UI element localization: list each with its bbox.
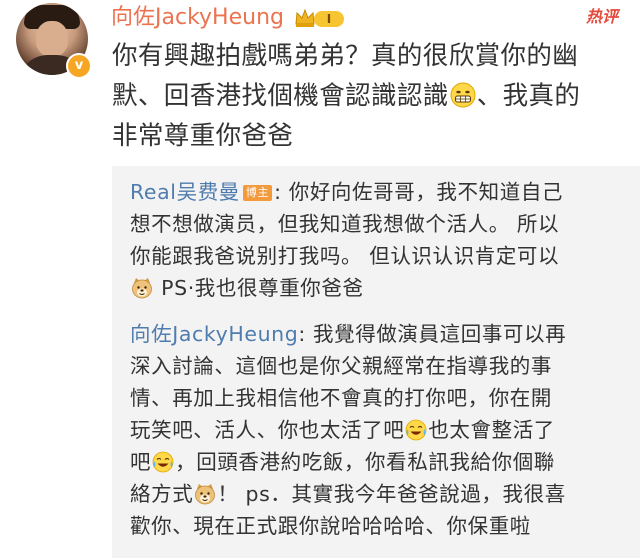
comment-body: 你有興趣拍戲嗎弟弟？真的很欣賞你的幽 默、回香港找個機會認識認識 、我真的 非常尊… — [112, 36, 624, 156]
reply-line: 想不想做演员，但我知道我想做个活人。 所以 — [130, 212, 560, 236]
vip-level-label: Ⅰ — [314, 11, 344, 27]
crown-icon — [295, 8, 315, 27]
reply-author-link[interactable]: Real吴费曼 — [130, 180, 240, 204]
blogger-badge: 博主 — [242, 185, 273, 201]
reply-text: ，回頭香港約吃飯，你看私訊我給你個聯 — [175, 450, 555, 474]
reply-text: 玩笑吧、活人、你也太活了吧 — [130, 418, 405, 442]
reply-text: 絡方式 — [130, 482, 194, 506]
avatar-face — [36, 21, 68, 57]
grin-emoji-icon — [450, 82, 476, 108]
replies-panel: Real吴费曼 博主: 你好向佐哥哥，我不知道自己 想不想做演员，但我知道我想做个… — [112, 166, 640, 558]
reply-item[interactable]: 向佐JackyHeung: 我覺得做演員這回事可以再 深入討論、這個也是你父親經… — [130, 318, 630, 542]
comment-username[interactable]: 向佐JackyHeung — [111, 4, 284, 32]
reply-line: 吧 ，回頭香港約吃飯，你看私訊我給你個聯 — [130, 446, 630, 478]
reply-text: : 我覺得做演員這回事可以再 — [298, 322, 567, 346]
reply-line: 絡方式 ！ ps．其實我今年爸爸說過，我很喜 — [130, 478, 630, 510]
reply-text: : 你好向佐哥哥，我不知道自己 — [274, 180, 564, 204]
smug-doge-emoji-icon — [194, 483, 216, 505]
hot-comment-label: 热评 — [585, 7, 618, 26]
laugh-cry-emoji-icon — [405, 419, 427, 441]
reply-line: 深入討論、這個也是你父親經常在指導我的事 — [130, 354, 552, 378]
comment-line: 你有興趣拍戲嗎弟弟？真的很欣賞你的幽 — [112, 41, 579, 71]
doge-emoji-icon — [131, 277, 153, 299]
reply-line: Real吴费曼 博主: 你好向佐哥哥，我不知道自己 — [130, 176, 630, 208]
vip-crown-icon[interactable]: Ⅰ — [294, 7, 350, 29]
reply-text: 吧 — [130, 450, 152, 474]
reply-text: PS·我也很尊重你爸爸 — [154, 276, 364, 300]
laugh-cry-emoji-icon — [152, 451, 174, 473]
comment-line: 非常尊重你爸爸 — [112, 121, 294, 151]
comment-line-segment: 默、回香港找個機會認識認識 — [112, 81, 449, 111]
reply-line: 玩笑吧、活人、你也太活了吧 也太會整活了 — [130, 414, 630, 446]
comment-line: 默、回香港找個機會認識認識 、我真的 — [112, 76, 624, 116]
reply-line: 歡你、現在正式跟你說哈哈哈哈、你保重啦 — [130, 514, 531, 538]
reply-line: 向佐JackyHeung: 我覺得做演員這回事可以再 — [130, 318, 630, 350]
verified-badge-icon: v — [66, 53, 92, 79]
reply-line: 情、再加上我相信他不會真的打你吧，你在開 — [130, 386, 552, 410]
reply-text: ！ ps．其實我今年爸爸說過，我很喜 — [217, 482, 566, 506]
reply-text: 也太會整活了 — [428, 418, 555, 442]
reply-item[interactable]: Real吴费曼 博主: 你好向佐哥哥，我不知道自己 想不想做演员，但我知道我想做个… — [130, 176, 630, 304]
reply-line: PS·我也很尊重你爸爸 — [130, 272, 630, 304]
comment-line-segment: 、我真的 — [476, 81, 581, 111]
reply-line: 你能跟我爸说别打我吗。 但认识认识肯定可以 — [130, 244, 560, 268]
weibo-comment-screen: v 向佐JackyHeung Ⅰ 热评 你有興趣拍戲嗎弟弟？真的很欣賞你的幽 默… — [0, 0, 640, 558]
reply-author-link[interactable]: 向佐JackyHeung — [130, 322, 298, 346]
